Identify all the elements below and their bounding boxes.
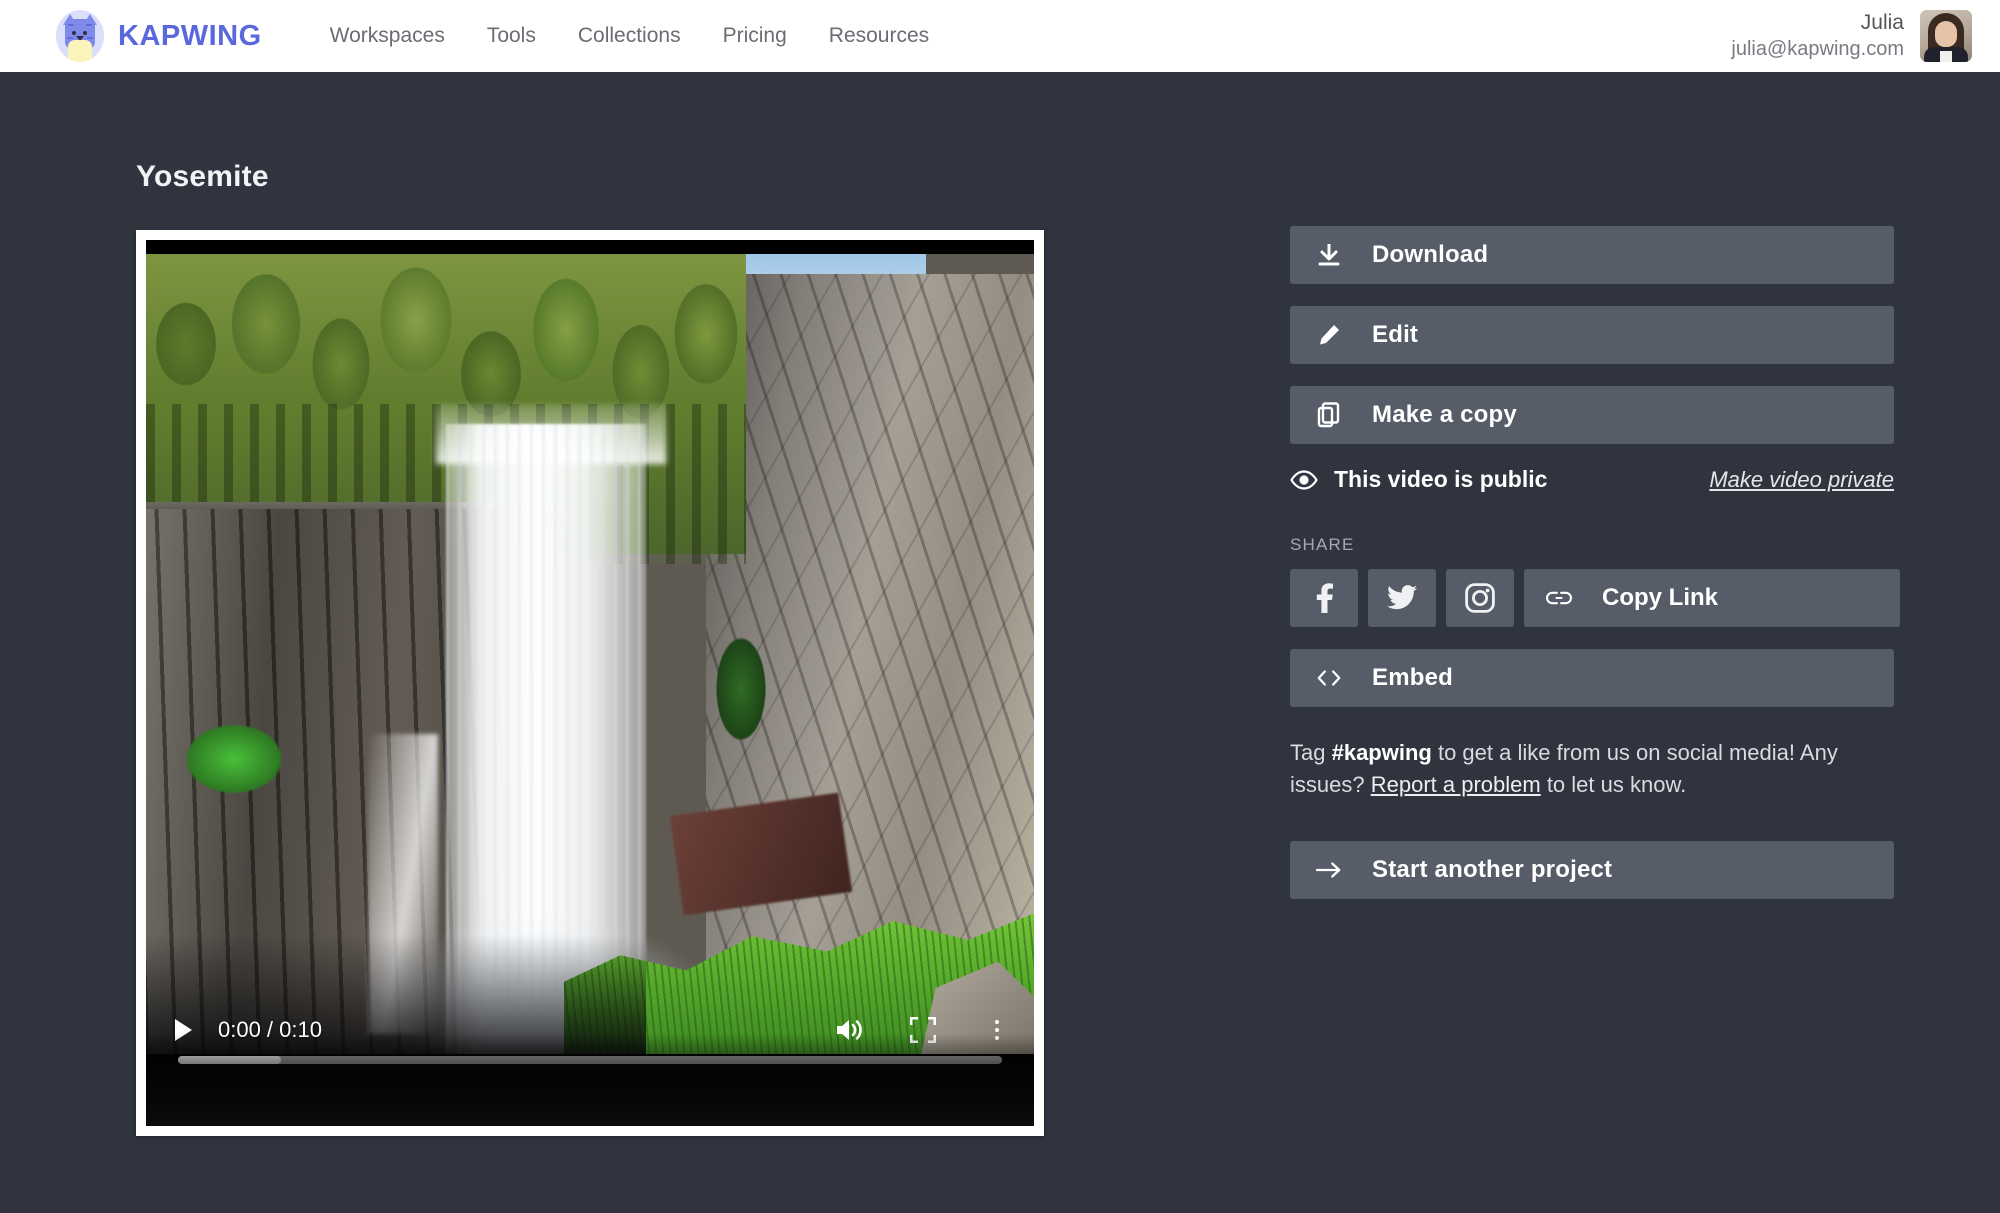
download-icon [1316,243,1342,267]
eye-icon [1290,470,1318,490]
embed-button[interactable]: Embed [1290,649,1894,707]
video-player[interactable]: 0:00 / 0:10 [146,240,1034,1126]
facebook-icon [1315,583,1333,613]
account-info: Julia julia@kapwing.com [1731,10,1904,61]
tag-note-suffix: to let us know. [1541,772,1687,797]
account-email: julia@kapwing.com [1731,37,1904,62]
tag-note-hashtag: #kapwing [1332,740,1432,765]
avatar[interactable] [1920,10,1972,62]
copy-link-label: Copy Link [1602,584,1718,612]
pencil-icon [1316,323,1342,347]
site-header: KAPWING Workspaces Tools Collections Pri… [0,0,2000,72]
link-icon [1546,589,1572,607]
video-card: 0:00 / 0:10 [136,230,1044,1136]
edit-button-label: Edit [1372,321,1418,349]
kapwing-cat-logo-icon [56,10,104,62]
download-button-label: Download [1372,241,1488,269]
share-instagram-button[interactable] [1446,569,1514,627]
make-a-copy-button-label: Make a copy [1372,401,1517,429]
share-buttons-row: Copy Link [1290,569,1900,627]
copy-link-button[interactable]: Copy Link [1524,569,1900,627]
play-icon[interactable] [166,1013,200,1047]
privacy-status-row: This video is public Make video private [1290,466,1894,493]
account-name: Julia [1731,10,1904,36]
tag-note: Tag #kapwing to get a like from us on so… [1290,737,1894,801]
embed-button-label: Embed [1372,664,1453,692]
edit-button[interactable]: Edit [1290,306,1894,364]
twitter-icon [1387,585,1417,611]
start-another-project-label: Start another project [1372,856,1612,884]
fullscreen-icon[interactable] [906,1013,940,1047]
video-frame [146,254,1034,1054]
share-twitter-button[interactable] [1368,569,1436,627]
actions-sidebar: Download Edit Make a copy [1290,160,1900,1136]
brand-wordmark: KAPWING [118,20,262,53]
code-brackets-icon [1316,669,1342,687]
account-menu[interactable]: Julia julia@kapwing.com [1731,10,1972,62]
arrow-right-icon [1316,860,1342,880]
start-another-project-button[interactable]: Start another project [1290,841,1894,899]
download-button[interactable]: Download [1290,226,1894,284]
video-column: Yosemite [0,160,1290,1136]
tag-note-prefix: Tag [1290,740,1332,765]
player-controls-right [832,1013,1014,1047]
nav-item-collections[interactable]: Collections [578,24,681,48]
nav-item-tools[interactable]: Tools [487,24,536,48]
instagram-icon [1465,583,1495,613]
nav-item-workspaces[interactable]: Workspaces [330,24,445,48]
time-display: 0:00 / 0:10 [218,1017,322,1043]
progress-scrubber[interactable] [178,1056,1002,1064]
share-section-label: SHARE [1290,535,1900,555]
progress-buffered [178,1056,281,1064]
privacy-status-text: This video is public [1334,466,1547,493]
report-a-problem-link[interactable]: Report a problem [1371,772,1541,797]
brand-logo[interactable]: KAPWING [56,10,262,62]
nav-item-pricing[interactable]: Pricing [723,24,787,48]
waterfall-scene-image [146,254,1034,1054]
main-content: Yosemite [0,72,2000,1136]
page-title: Yosemite [136,160,1290,194]
nav-item-resources[interactable]: Resources [829,24,929,48]
more-vertical-icon[interactable] [980,1013,1014,1047]
player-controls: 0:00 / 0:10 [146,1006,1034,1054]
make-a-copy-button[interactable]: Make a copy [1290,386,1894,444]
share-facebook-button[interactable] [1290,569,1358,627]
make-video-private-link[interactable]: Make video private [1709,467,1894,493]
volume-high-icon[interactable] [832,1013,866,1047]
copy-icon [1316,402,1342,428]
main-navigation: Workspaces Tools Collections Pricing Res… [330,24,930,48]
